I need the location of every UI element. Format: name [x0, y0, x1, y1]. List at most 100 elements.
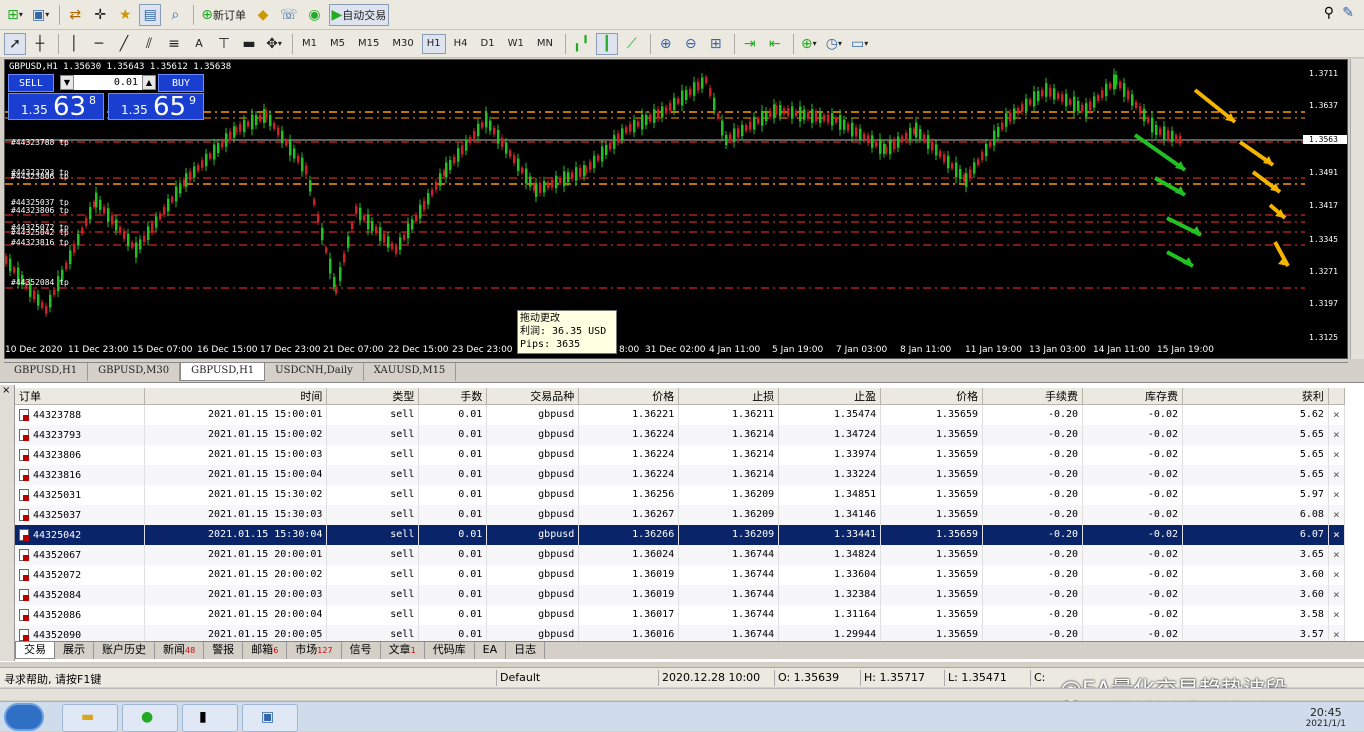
- terminal-close-icon[interactable]: ×: [2, 385, 10, 396]
- table-row[interactable]: 44323806 2021.01.15 15:00:03 sell 0.01 gbpus…: [15, 444, 1346, 465]
- chart-shift-button[interactable]: ⇤: [764, 33, 786, 55]
- new-order-button[interactable]: ⊕ 新订单: [198, 4, 249, 26]
- new-chart-button[interactable]: ⊞ ▾: [4, 4, 26, 26]
- tp-label[interactable]: #44323806 tp: [11, 172, 69, 181]
- start-button[interactable]: [4, 703, 44, 731]
- chart-tab[interactable]: GBPUSD,H1: [180, 363, 266, 381]
- tp-label[interactable]: #44325042 tp: [11, 228, 69, 237]
- timeframe-mn[interactable]: MN: [532, 34, 558, 54]
- timeframe-m15[interactable]: M15: [353, 34, 384, 54]
- timeframe-m5[interactable]: M5: [325, 34, 350, 54]
- terminal-tab[interactable]: 日志: [506, 642, 546, 659]
- table-row[interactable]: 44352072 2021.01.15 20:00:02 sell 0.01 gbpus…: [15, 564, 1346, 585]
- terminal-tab[interactable]: 交易: [15, 642, 55, 659]
- tile-windows-button[interactable]: ⊞: [705, 33, 727, 55]
- periods-button[interactable]: ◷ ▾: [823, 33, 845, 55]
- terminal-tab[interactable]: 信号: [342, 642, 381, 659]
- table-row[interactable]: 44323788 2021.01.15 15:00:01 sell 0.01 gbpus…: [15, 404, 1346, 425]
- volume-dropdown[interactable]: ▼: [60, 75, 74, 90]
- buy-price-box[interactable]: 1.35 65 9: [108, 92, 204, 122]
- chart-tab[interactable]: GBPUSD,H1: [4, 363, 89, 381]
- taskbar-mt4[interactable]: ▣: [242, 704, 298, 732]
- text-tool[interactable]: A: [188, 33, 210, 55]
- table-row[interactable]: 44325037 2021.01.15 15:30:03 sell 0.01 gbpus…: [15, 504, 1346, 525]
- table-row[interactable]: 44325031 2021.01.15 15:30:02 sell 0.01 gbpus…: [15, 484, 1346, 505]
- terminal-tab[interactable]: 邮箱6: [243, 642, 288, 659]
- rectangle-tool[interactable]: ▬: [238, 33, 260, 55]
- terminal-tab[interactable]: 代码库: [425, 642, 475, 659]
- terminal-tab[interactable]: 警报: [204, 642, 244, 659]
- cursor-tool[interactable]: ➚: [4, 32, 26, 55]
- crosshair-tool[interactable]: ┼: [29, 33, 51, 55]
- table-row[interactable]: 44323793 2021.01.15 15:00:02 sell 0.01 gbpus…: [15, 424, 1346, 445]
- terminal-tab[interactable]: 账户历史: [94, 642, 155, 659]
- tp-label[interactable]: #44323816 tp: [11, 238, 69, 247]
- close-order-icon[interactable]: ×: [1328, 604, 1346, 625]
- templates-button[interactable]: ▭ ▾: [848, 33, 871, 55]
- clock[interactable]: 20:45 2021/1/1: [1306, 706, 1346, 729]
- close-order-icon[interactable]: ×: [1328, 584, 1346, 605]
- timeframe-w1[interactable]: W1: [503, 34, 529, 54]
- table-row[interactable]: 44323816 2021.01.15 15:00:04 sell 0.01 gbpus…: [15, 464, 1346, 485]
- close-order-icon[interactable]: ×: [1328, 464, 1346, 485]
- horizontal-scrollbar[interactable]: [0, 688, 1364, 700]
- column-header[interactable]: 止盈: [778, 388, 882, 405]
- auto-trading-button[interactable]: ▶ 自动交易: [328, 3, 390, 26]
- terminal-tab[interactable]: 新闻48: [155, 642, 205, 659]
- market-watch-button[interactable]: ⇄: [64, 4, 86, 26]
- close-order-icon[interactable]: ×: [1328, 484, 1346, 505]
- chart-tab[interactable]: XAUUSD,M15: [363, 363, 457, 381]
- taskbar-wechat[interactable]: ●: [122, 704, 178, 732]
- timeframe-d1[interactable]: D1: [476, 34, 500, 54]
- timeframe-h1[interactable]: H1: [421, 33, 446, 54]
- timeframe-m30[interactable]: M30: [387, 34, 418, 54]
- label-tool[interactable]: ⊤: [213, 33, 235, 55]
- line-chart-button[interactable]: ⟋: [621, 33, 643, 55]
- search-icon[interactable]: ⚲: [1324, 6, 1334, 20]
- tp-label[interactable]: #44323788 tp: [11, 138, 69, 147]
- candle-chart-button[interactable]: ┃: [595, 32, 618, 55]
- horizontal-line-tool[interactable]: ─: [88, 33, 110, 55]
- column-header[interactable]: 止损: [678, 388, 780, 405]
- price-chart[interactable]: GBPUSD,H1 1.35630 1.35643 1.35612 1.3563…: [4, 59, 1348, 359]
- close-order-icon[interactable]: ×: [1328, 404, 1346, 425]
- timeframe-m1[interactable]: M1: [297, 34, 322, 54]
- table-row[interactable]: 44352084 2021.01.15 20:00:03 sell 0.01 gbpus…: [15, 584, 1346, 605]
- vps-button[interactable]: ◉: [304, 4, 326, 26]
- column-header[interactable]: 交易品种: [486, 388, 580, 405]
- profiles-button[interactable]: ▣ ▾: [29, 4, 52, 26]
- close-order-icon[interactable]: ×: [1328, 524, 1346, 545]
- strategy-tester-button[interactable]: ⌕: [164, 4, 186, 26]
- terminal-tab[interactable]: 文章1: [381, 642, 425, 659]
- buy-button[interactable]: BUY: [158, 74, 204, 92]
- close-order-icon[interactable]: ×: [1328, 504, 1346, 525]
- indicators-button[interactable]: ⊕ ▾: [798, 33, 820, 55]
- navigator-button[interactable]: ★: [114, 4, 136, 26]
- terminal-side-bar[interactable]: ×: [0, 385, 15, 661]
- close-order-icon[interactable]: ×: [1328, 544, 1346, 565]
- volume-spinner[interactable]: ▲: [142, 75, 156, 90]
- autoscroll-button[interactable]: ⇥: [739, 33, 761, 55]
- tp-label[interactable]: #44323806 tp: [11, 206, 69, 215]
- terminal-tab[interactable]: 市场127: [287, 642, 342, 659]
- signals-button[interactable]: ☏: [277, 4, 301, 26]
- terminal-tab[interactable]: EA: [475, 642, 507, 659]
- column-header[interactable]: 订单: [15, 388, 146, 405]
- channel-tool[interactable]: ⫽: [138, 33, 160, 55]
- terminal-tab[interactable]: 展示: [55, 642, 94, 659]
- shapes-tool[interactable]: ✥ ▾: [263, 33, 285, 55]
- table-row[interactable]: 44352067 2021.01.15 20:00:01 sell 0.01 gbpus…: [15, 544, 1346, 565]
- chart-tab[interactable]: USDCNH,Daily: [265, 363, 364, 381]
- terminal-button[interactable]: ▤: [139, 3, 162, 26]
- table-row[interactable]: 44325042 2021.01.15 15:30:04 sell 0.01 gbpus…: [15, 524, 1346, 545]
- data-window-button[interactable]: ✛: [89, 4, 111, 26]
- column-header[interactable]: 类型: [326, 388, 420, 405]
- chat-icon[interactable]: ✎: [1342, 6, 1354, 20]
- taskbar-cmd[interactable]: ▮: [182, 704, 238, 732]
- table-row[interactable]: 44352086 2021.01.15 20:00:04 sell 0.01 gbpus…: [15, 604, 1346, 625]
- close-order-icon[interactable]: ×: [1328, 444, 1346, 465]
- vertical-scrollbar[interactable]: [1350, 59, 1364, 359]
- fibo-tool[interactable]: ≡: [163, 33, 185, 55]
- column-header[interactable]: 价格: [578, 388, 680, 405]
- timeframe-h4[interactable]: H4: [449, 34, 473, 54]
